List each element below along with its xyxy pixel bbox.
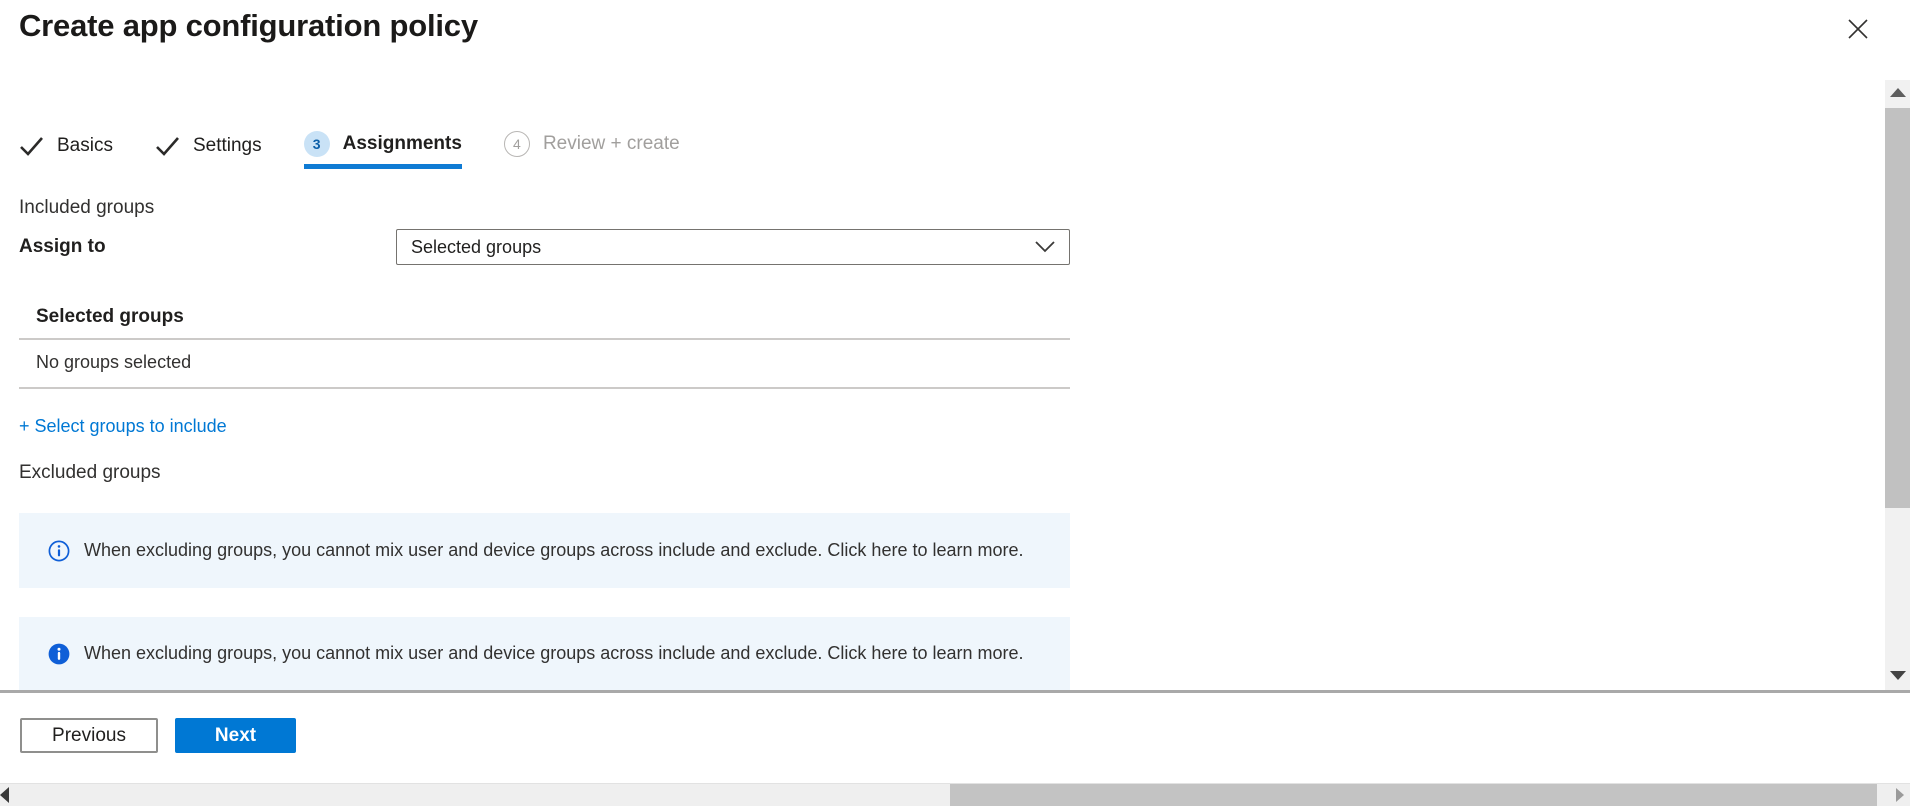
scroll-up-arrow-icon[interactable]	[1890, 88, 1906, 97]
close-button[interactable]	[1842, 14, 1874, 46]
excluded-groups-heading: Excluded groups	[19, 462, 161, 483]
page-title: Create app configuration policy	[19, 8, 478, 43]
step-number-badge: 3	[303, 131, 330, 157]
tab-basics[interactable]: Basics	[19, 135, 113, 169]
tab-settings[interactable]: Settings	[155, 135, 262, 169]
banner-message: When excluding groups, you cannot mix us…	[84, 643, 1024, 663]
assign-to-selected-value: Selected groups	[411, 236, 542, 257]
close-icon	[1848, 18, 1868, 39]
table-divider	[19, 387, 1070, 389]
checkmark-icon	[20, 137, 43, 156]
scroll-right-arrow-icon[interactable]	[1896, 788, 1904, 802]
scroll-left-arrow-icon[interactable]	[0, 787, 9, 803]
wizard-tabs: Basics Settings 3 Assignments 4 Review +…	[19, 131, 722, 169]
create-app-configuration-policy-dialog: Create app configuration policy Basics S…	[0, 0, 1910, 806]
previous-button[interactable]: Previous	[20, 718, 158, 753]
banner-message: When excluding groups, you cannot mix us…	[84, 540, 1024, 560]
tab-review-create[interactable]: 4 Review + create	[503, 131, 680, 169]
selected-groups-column-header: Selected groups	[36, 306, 184, 327]
info-outline-icon	[48, 540, 70, 561]
tab-label: Settings	[192, 135, 262, 156]
no-groups-selected-row: No groups selected	[36, 352, 192, 372]
vertical-scrollbar[interactable]	[1885, 80, 1910, 690]
next-button[interactable]: Next	[175, 718, 296, 753]
info-solid-icon	[48, 643, 70, 664]
tab-assignments[interactable]: 3 Assignments	[303, 131, 462, 169]
horizontal-scrollbar-thumb[interactable]	[950, 784, 1877, 806]
assign-to-dropdown[interactable]: Selected groups	[396, 229, 1070, 265]
tab-label: Basics	[57, 135, 113, 156]
assign-to-label: Assign to	[19, 236, 106, 257]
tab-label: Assignments	[342, 133, 462, 154]
select-groups-to-include-link[interactable]: + Select groups to include	[19, 416, 227, 437]
footer-divider	[0, 690, 1910, 693]
info-banner-solid: When excluding groups, you cannot mix us…	[19, 617, 1070, 690]
vertical-scrollbar-thumb[interactable]	[1885, 108, 1910, 508]
included-groups-heading: Included groups	[19, 197, 155, 218]
step-number-badge: 4	[503, 131, 530, 157]
checkmark-icon	[156, 137, 179, 156]
chevron-down-icon	[1035, 241, 1055, 253]
info-banner-outline: When excluding groups, you cannot mix us…	[19, 513, 1070, 588]
horizontal-scrollbar[interactable]	[0, 783, 1910, 806]
tab-label: Review + create	[542, 133, 680, 154]
scroll-down-arrow-icon[interactable]	[1890, 671, 1906, 680]
table-divider	[19, 338, 1070, 340]
